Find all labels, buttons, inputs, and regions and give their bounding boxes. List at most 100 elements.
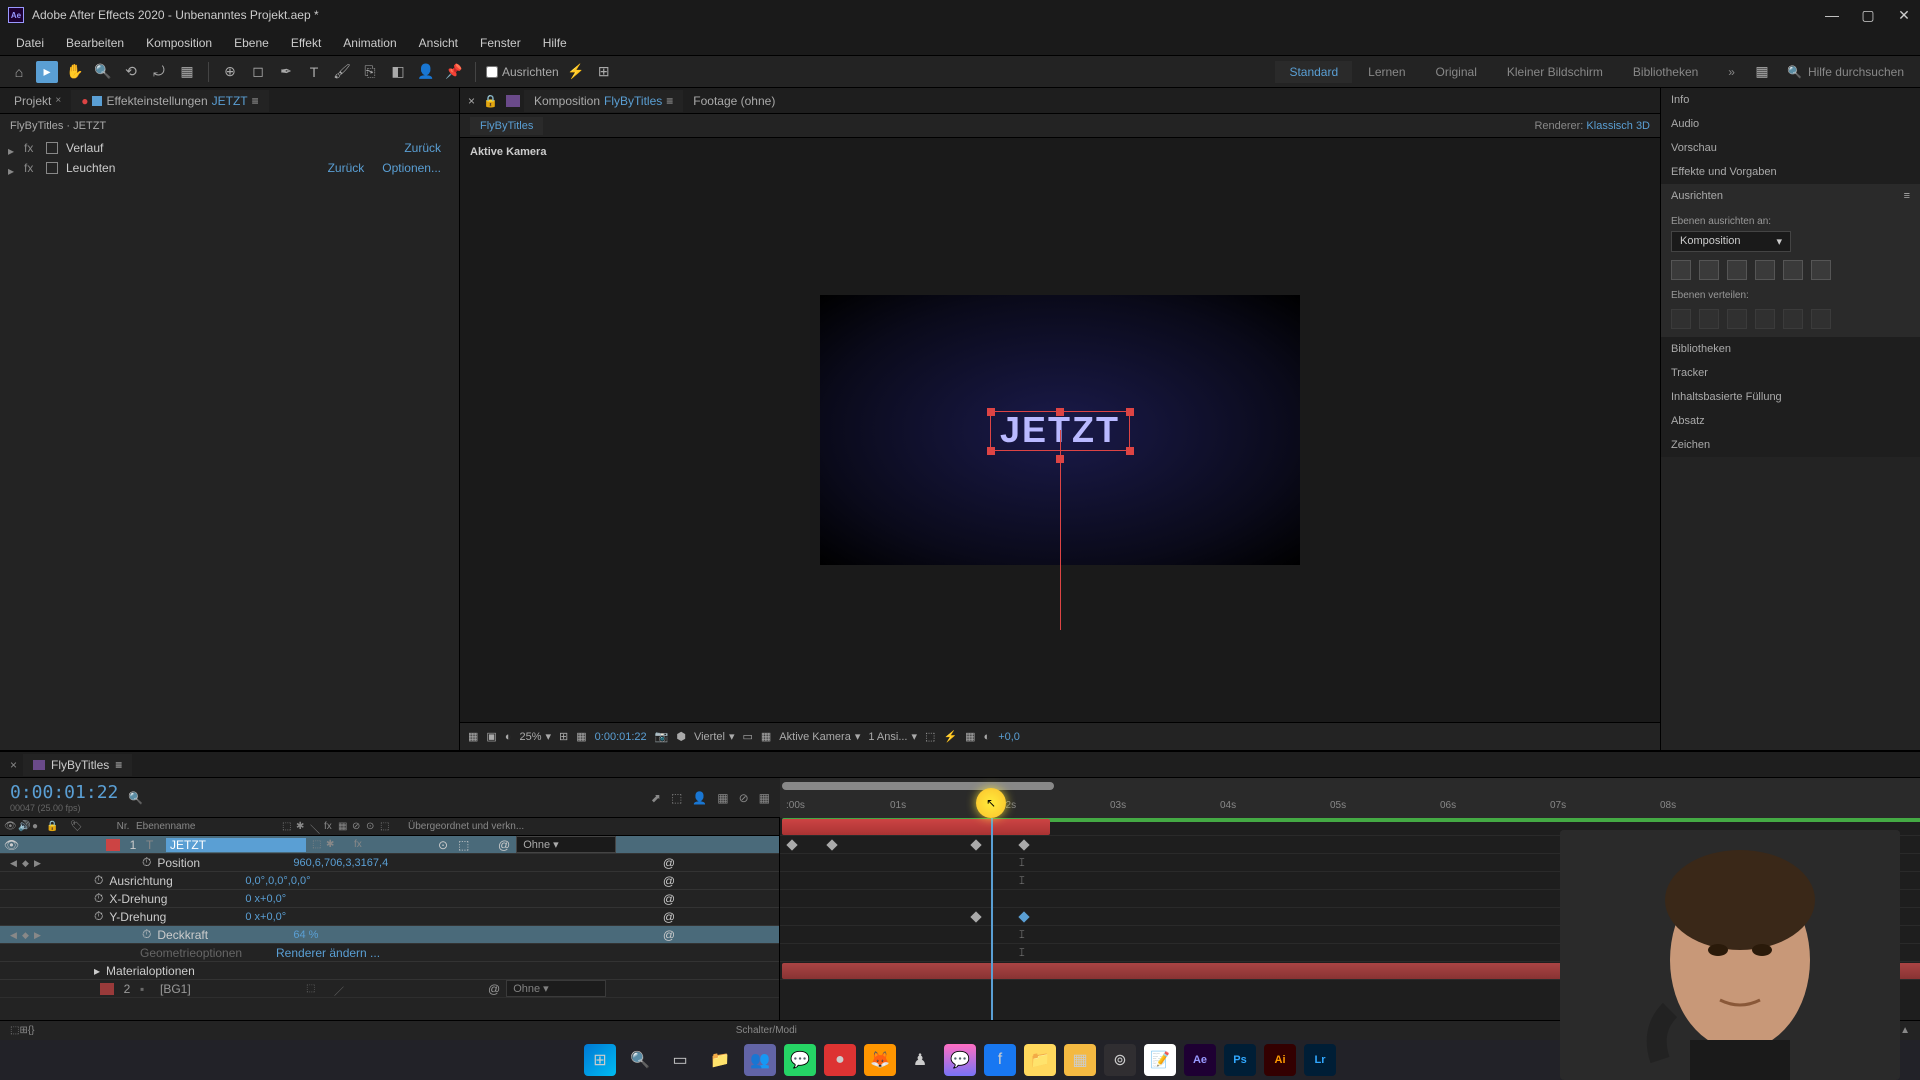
add-kf-icon[interactable]: ◆: [22, 858, 32, 868]
twirl-icon[interactable]: ▸: [8, 164, 16, 172]
label-color[interactable]: [100, 983, 114, 995]
keyframe[interactable]: [1018, 839, 1029, 850]
parent-dropdown[interactable]: Ohne ▾: [506, 980, 606, 997]
transparency-icon[interactable]: ▦: [576, 730, 586, 743]
region-icon[interactable]: ▭: [742, 730, 752, 743]
explorer-icon[interactable]: 📁: [704, 1044, 736, 1076]
menu-hilfe[interactable]: Hilfe: [533, 32, 577, 54]
prev-kf-icon[interactable]: ◀: [10, 858, 20, 868]
next-kf-icon[interactable]: ▶: [34, 930, 44, 940]
align-left[interactable]: [1671, 260, 1691, 280]
add-kf-icon[interactable]: ◆: [22, 930, 32, 940]
prop-x-drehung[interactable]: ⏱ X-Drehung 0 x+0,0° @: [0, 890, 779, 908]
illustrator-icon[interactable]: Ai: [1264, 1044, 1296, 1076]
comp-canvas[interactable]: JETZT: [820, 295, 1300, 565]
menu-icon[interactable]: ≡: [115, 758, 122, 772]
menu-bearbeiten[interactable]: Bearbeiten: [56, 32, 134, 54]
selection-handle[interactable]: [987, 447, 995, 455]
help-search[interactable]: 🔍 Hilfe durchsuchen: [1779, 65, 1912, 79]
parent-dropdown[interactable]: Ohne ▾: [516, 836, 616, 853]
prop-y-drehung[interactable]: ⏱ Y-Drehung 0 x+0,0° @: [0, 908, 779, 926]
label-color[interactable]: [106, 839, 120, 851]
task-view[interactable]: ▭: [664, 1044, 696, 1076]
whatsapp-icon[interactable]: 💬: [784, 1044, 816, 1076]
prev-kf-icon[interactable]: ◀: [10, 930, 20, 940]
keyframe-selected[interactable]: [1018, 911, 1029, 922]
start-button[interactable]: ⊞: [584, 1044, 616, 1076]
x-rotation-value[interactable]: 0 x+0,0°: [245, 893, 286, 905]
camera-tool[interactable]: ▦: [176, 61, 198, 83]
menu-icon[interactable]: ≡: [252, 94, 259, 108]
prop-position[interactable]: ◀◆▶ ⏱ Position 960,6,706,3,3167,4 @: [0, 854, 779, 872]
selection-tool[interactable]: ▸: [36, 61, 58, 83]
prop-ausrichtung[interactable]: ⏱ Ausrichtung 0,0°,0,0°,0,0° @: [0, 872, 779, 890]
close-icon[interactable]: ×: [464, 90, 479, 112]
alpha-icon[interactable]: ◐: [505, 731, 512, 743]
views-dropdown[interactable]: 1 Ansi... ▾: [868, 730, 917, 743]
parent-pickwhip[interactable]: @: [498, 838, 510, 852]
panel-tracker[interactable]: Tracker: [1661, 361, 1920, 385]
toggle-switches-icon[interactable]: ⬚: [10, 1025, 19, 1036]
comp-flowchart-icon[interactable]: ⬈: [651, 791, 661, 805]
fx-icon[interactable]: fx: [24, 141, 38, 155]
folder-icon[interactable]: 📁: [1024, 1044, 1056, 1076]
workspace-menu[interactable]: ▦: [1751, 61, 1773, 83]
snap-options[interactable]: ⚡: [565, 61, 587, 83]
keyframe[interactable]: [970, 911, 981, 922]
menu-animation[interactable]: Animation: [333, 32, 406, 54]
work-area[interactable]: [782, 782, 1054, 790]
home-tool[interactable]: ⌂: [8, 61, 30, 83]
fx-icon[interactable]: fx: [24, 161, 38, 175]
zoom-dropdown[interactable]: 25% ▾: [519, 730, 551, 743]
panel-info[interactable]: Info: [1661, 88, 1920, 112]
3d-icon[interactable]: ⬚: [925, 730, 935, 743]
close-icon[interactable]: ×: [55, 95, 61, 106]
panel-absatz[interactable]: Absatz: [1661, 409, 1920, 433]
hand-tool[interactable]: ✋: [64, 61, 86, 83]
menu-datei[interactable]: Datei: [6, 32, 54, 54]
close-icon[interactable]: ×: [4, 758, 23, 772]
grid-toggle[interactable]: ▦: [761, 730, 771, 743]
obs-icon[interactable]: ⊚: [1104, 1044, 1136, 1076]
anchor-tool[interactable]: ⊕: [219, 61, 241, 83]
renderer-link[interactable]: Klassisch 3D: [1586, 120, 1650, 132]
firefox-icon[interactable]: 🦊: [864, 1044, 896, 1076]
view-dropdown[interactable]: Aktive Kamera ▾: [779, 730, 860, 743]
panel-vorschau[interactable]: Vorschau: [1661, 136, 1920, 160]
eraser-tool[interactable]: ◧: [387, 61, 409, 83]
reset-link[interactable]: Zurück: [404, 141, 441, 155]
brackets-icon[interactable]: {}: [28, 1025, 35, 1036]
stopwatch-icon[interactable]: ⏱: [94, 873, 103, 888]
menu-icon[interactable]: ≡: [666, 94, 673, 108]
reset-link[interactable]: Zurück: [328, 161, 365, 175]
expression-pickwhip[interactable]: @: [663, 928, 675, 942]
timecode-display[interactable]: 0:00:01:22: [10, 782, 118, 803]
expression-pickwhip[interactable]: @: [663, 856, 675, 870]
panel-ausrichten[interactable]: Ausrichten≡: [1661, 184, 1920, 208]
close-button[interactable]: ✕: [1896, 7, 1912, 23]
tab-composition[interactable]: Komposition FlyByTitles ≡: [524, 90, 683, 112]
effect-leuchten[interactable]: ▸ fx Leuchten Zurück Optionen...: [0, 158, 459, 178]
grid-icon[interactable]: ▦: [468, 730, 478, 743]
res-icon[interactable]: ⊞: [559, 730, 568, 743]
snap-checkbox[interactable]: Ausrichten: [486, 65, 559, 79]
layer-bg1[interactable]: 2 ▪ [BG1] ⬚／ @ Ohne ▾: [0, 980, 779, 998]
orbit-tool[interactable]: ⟲: [120, 61, 142, 83]
selection-handle[interactable]: [1126, 408, 1134, 416]
clone-tool[interactable]: ⎘: [359, 61, 381, 83]
align-right[interactable]: [1727, 260, 1747, 280]
parent-pickwhip[interactable]: @: [488, 982, 500, 996]
align-bottom[interactable]: [1811, 260, 1831, 280]
channel-icon[interactable]: ⬢: [676, 730, 686, 743]
timeline-tab[interactable]: FlyByTitles ≡: [23, 754, 132, 776]
menu-fenster[interactable]: Fenster: [470, 32, 531, 54]
align-top[interactable]: [1755, 260, 1775, 280]
menu-ebene[interactable]: Ebene: [224, 32, 279, 54]
stopwatch-icon[interactable]: ⏱: [142, 855, 151, 870]
visibility-toggle[interactable]: 👁: [4, 838, 18, 852]
prop-geometrie[interactable]: Geometrieoptionen Renderer ändern ...: [0, 944, 779, 962]
shy-icon[interactable]: 👤: [692, 791, 707, 805]
layer-bar[interactable]: [782, 819, 1050, 835]
orientation-value[interactable]: 0,0°,0,0°,0,0°: [245, 875, 310, 887]
zoom-in-icon[interactable]: ▲: [1900, 1025, 1910, 1036]
